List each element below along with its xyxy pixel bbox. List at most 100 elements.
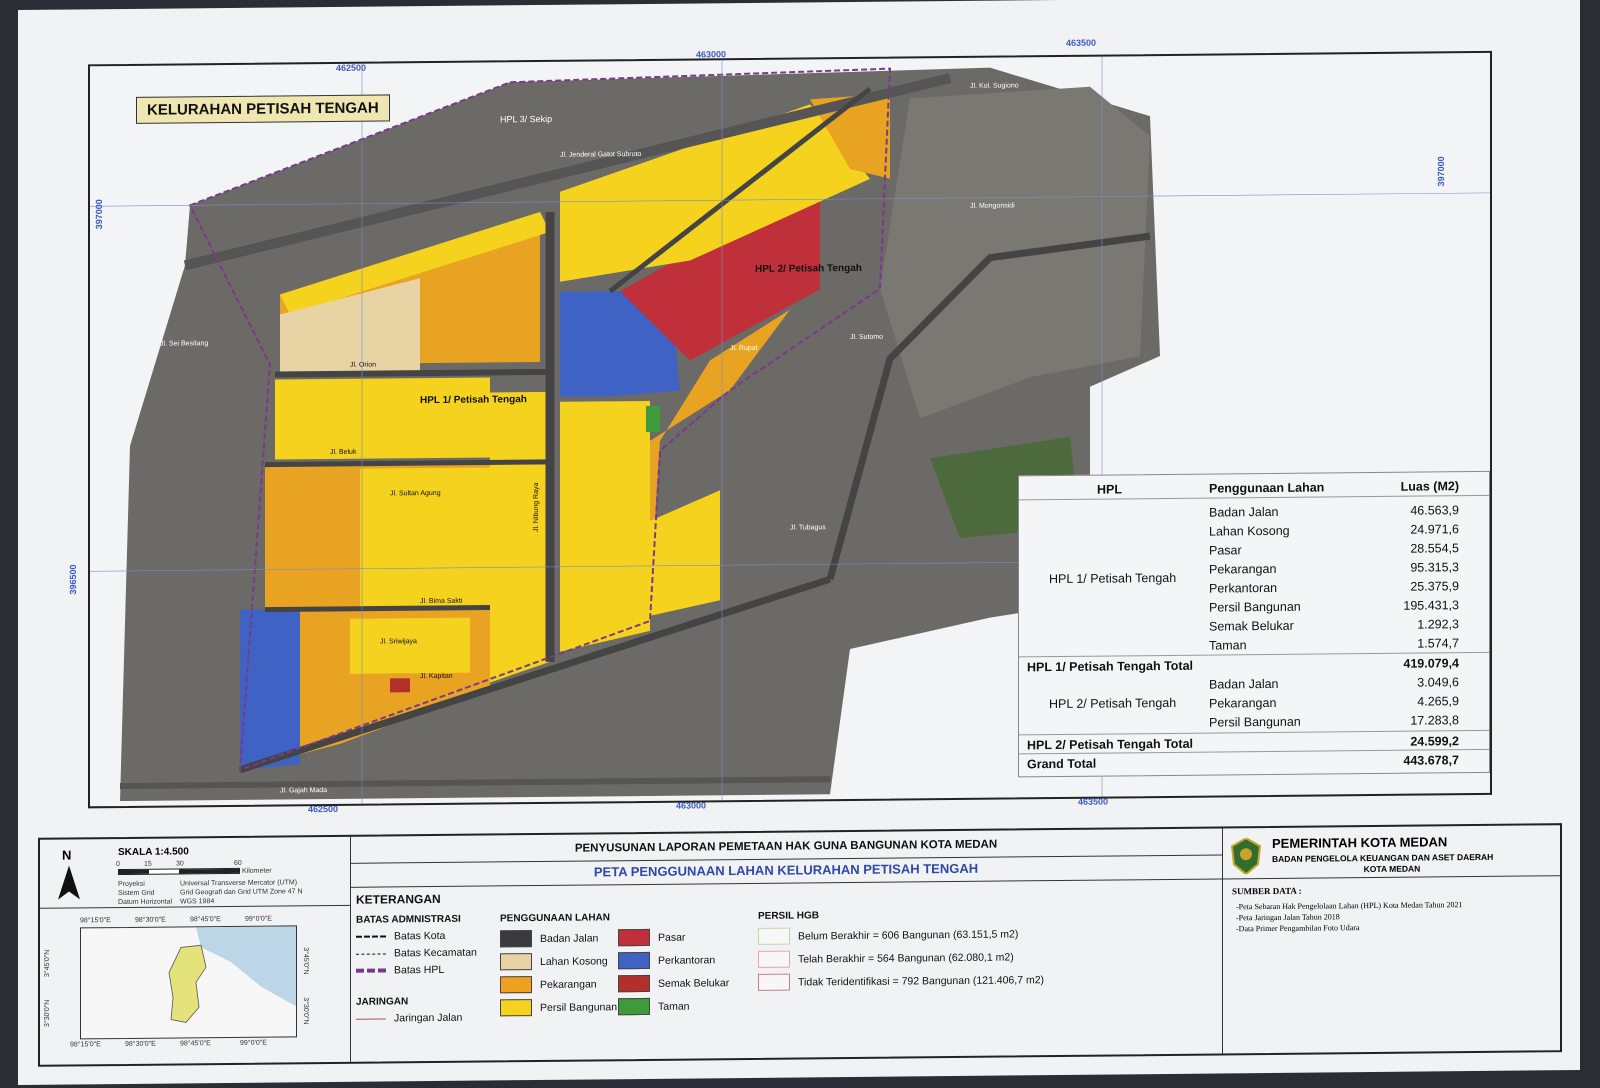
inset-top-3: 99°0'0"E bbox=[245, 915, 272, 923]
road-label-rupat: Jl. Rupat bbox=[730, 345, 758, 352]
area-value-cell: 3.049,6 bbox=[1417, 674, 1459, 690]
label-hpl2: HPL 2/ Petisah Tengah bbox=[755, 263, 862, 275]
road-label-sei-besitang: Jl. Sei Besitang bbox=[160, 340, 208, 347]
landuse-label: Pekarangan bbox=[540, 977, 597, 991]
scale-unit: Kilometer bbox=[242, 867, 272, 875]
area-value-cell: 1.574,7 bbox=[1417, 635, 1459, 651]
coord-right-1: 397000 bbox=[1436, 156, 1446, 187]
map-title-box: KELURAHAN PETISAH TENGAH bbox=[136, 94, 390, 124]
landuse-legend-item: Pasar bbox=[618, 928, 686, 947]
landuse-swatch bbox=[500, 930, 532, 948]
landuse-label: Pasar bbox=[658, 931, 686, 944]
landuse-label: Taman bbox=[658, 1000, 690, 1013]
batas-kota-swatch bbox=[356, 935, 386, 938]
legend-panel: N SKALA 1:4.500 0 15 30 60 Kilometer Pro… bbox=[38, 823, 1562, 1067]
parcel-taman bbox=[646, 405, 660, 432]
road-beluk bbox=[265, 459, 550, 468]
area-value-cell: 95.315,3 bbox=[1410, 559, 1459, 575]
batas-kota-item: Batas Kota bbox=[356, 930, 445, 943]
land-use-cell: Badan Jalan bbox=[1209, 504, 1279, 520]
parcel-perkantoran-west bbox=[240, 609, 300, 770]
inset-left-1: 3°30'0"N bbox=[44, 999, 51, 1028]
scale-tick-1: 15 bbox=[144, 860, 152, 868]
coord-bottom-1: 462500 bbox=[308, 803, 339, 815]
batas-title: BATAS ADMNISTRASI bbox=[356, 913, 461, 926]
batas-hpl-item: Batas HPL bbox=[356, 964, 444, 977]
area-value-cell: 4.265,9 bbox=[1417, 693, 1459, 709]
coord-left-1: 397000 bbox=[94, 199, 104, 230]
scale-tick-0: 0 bbox=[116, 861, 120, 869]
project-title: PENYUSUNAN LAPORAN PEMETAAN HAK GUNA BAN… bbox=[574, 838, 998, 855]
org-name: PEMERINTAH KOTA MEDAN bbox=[1272, 834, 1448, 851]
road-bima-sakti bbox=[265, 604, 490, 613]
parcel-persil-center bbox=[360, 467, 490, 609]
landuse-swatch bbox=[500, 976, 532, 994]
landuse-legend-item: Persil Bangunan bbox=[500, 998, 617, 1017]
persil-swatch bbox=[758, 973, 790, 991]
road-label-gajah-mada: Jl. Gajah Mada bbox=[280, 787, 327, 794]
inset-map-svg bbox=[168, 926, 296, 1023]
scale-bar bbox=[118, 867, 240, 876]
legend-main-cell: PENYUSUNAN LAPORAN PEMETAAN HAK GUNA BAN… bbox=[350, 828, 1223, 1062]
landuse-label: Perkantoran bbox=[658, 953, 716, 967]
road-label-orion: Jl. Orion bbox=[350, 362, 376, 369]
batas-kecamatan-item: Batas Kecamatan bbox=[356, 947, 477, 960]
proj-value-1: Grid Geografi dan Grid UTM Zone 47 N bbox=[180, 888, 303, 897]
north-scale-cell: N SKALA 1:4.500 0 15 30 60 Kilometer Pro… bbox=[40, 836, 351, 1065]
header-use: Penggunaan Lahan bbox=[1209, 479, 1325, 496]
group1-total-value: 419.079,4 bbox=[1403, 655, 1459, 671]
persil-label: Telah Berakhir = 564 Bangunan (62.080,1 … bbox=[798, 950, 1014, 966]
road-orion bbox=[275, 368, 550, 378]
persil-legend-item: Belum Berakhir = 606 Bangunan (63.151,5 … bbox=[758, 925, 1019, 945]
coord-left-2: 396500 bbox=[68, 564, 78, 595]
landuse-label: Semak Belukar bbox=[658, 976, 730, 990]
landuse-label: Lahan Kosong bbox=[540, 954, 608, 968]
persil-legend-item: Tidak Teridentifikasi = 792 Bangunan (12… bbox=[758, 971, 1044, 991]
proj-label-2: Datum Horizontal bbox=[118, 898, 173, 907]
persil-swatch bbox=[758, 950, 790, 968]
inset-top-2: 98°45'0"E bbox=[190, 916, 221, 924]
group2-total-value: 24.599,2 bbox=[1410, 733, 1459, 749]
parcel-semak-belukar bbox=[390, 678, 410, 693]
keterangan-title: KETERANGAN bbox=[356, 891, 441, 907]
label-hpl3: HPL 3/ Sekip bbox=[500, 114, 552, 125]
area-value-cell: 24.971,6 bbox=[1410, 521, 1459, 537]
land-use-cell: Taman bbox=[1209, 637, 1247, 653]
coord-bottom-2: 463000 bbox=[676, 800, 707, 811]
land-use-cell: Pekarangan bbox=[1209, 695, 1277, 711]
inset-right-0: 3°45'0"N bbox=[302, 947, 309, 975]
area-value-cell: 46.563,9 bbox=[1410, 502, 1459, 518]
landuse-swatch bbox=[500, 953, 532, 971]
road-label-kapitan: Jl. Kapitan bbox=[420, 673, 453, 680]
proj-value-0: Universal Transverse Mercator (UTM) bbox=[180, 879, 298, 888]
group2-total-label: HPL 2/ Petisah Tengah Total bbox=[1027, 736, 1194, 752]
scale-tick-3: 60 bbox=[234, 859, 242, 867]
inset-top-1: 98°30'0"E bbox=[135, 916, 166, 924]
proj-value-2: WGS 1984 bbox=[180, 898, 215, 906]
landuse-label: Badan Jalan bbox=[540, 931, 599, 945]
area-value-cell: 28.554,5 bbox=[1410, 540, 1459, 556]
road-label-sriwijaya: Jl. Sriwijaya bbox=[380, 638, 417, 645]
land-use-cell: Semak Belukar bbox=[1209, 618, 1294, 634]
coord-top-1: 462500 bbox=[336, 62, 367, 73]
persil-label: Tidak Teridentifikasi = 792 Bangunan (12… bbox=[798, 973, 1045, 989]
landuse-swatch bbox=[618, 951, 650, 970]
area-table: HPL Penggunaan Lahan Luas (M2) HPL 1/ Pe… bbox=[1018, 470, 1490, 778]
landuse-legend-item: Perkantoran bbox=[618, 951, 716, 970]
coord-bottom-3: 463500 bbox=[1078, 796, 1109, 807]
grand-total-value: 443.678,7 bbox=[1403, 752, 1459, 768]
persil-label: Belum Berakhir = 606 Bangunan (63.151,5 … bbox=[798, 927, 1019, 943]
road-label-sutomo: Jl. Sutomo bbox=[850, 334, 883, 341]
land-use-cell: Pekarangan bbox=[1209, 561, 1277, 577]
road-label-bima-sakti: Jl. Bima Sakti bbox=[420, 598, 463, 605]
proj-label-0: Proyeksi bbox=[118, 880, 145, 889]
road-label-gatot-subroto: Jl. Jenderal Gatot Subroto bbox=[560, 151, 641, 159]
persil-title: PERSIL HGB bbox=[758, 910, 819, 922]
land-use-cell: Lahan Kosong bbox=[1209, 523, 1290, 539]
grand-total: Grand Total 443.678,7 bbox=[1019, 748, 1489, 774]
inset-bottom-3: 99°0'0"E bbox=[240, 1039, 267, 1047]
landuse-legend-item: Semak Belukar bbox=[618, 974, 730, 993]
land-use-cell: Persil Bangunan bbox=[1209, 714, 1301, 730]
road-label-tubagus: Jl. Tubagus bbox=[790, 524, 826, 531]
land-use-cell: Perkantoran bbox=[1209, 580, 1278, 596]
